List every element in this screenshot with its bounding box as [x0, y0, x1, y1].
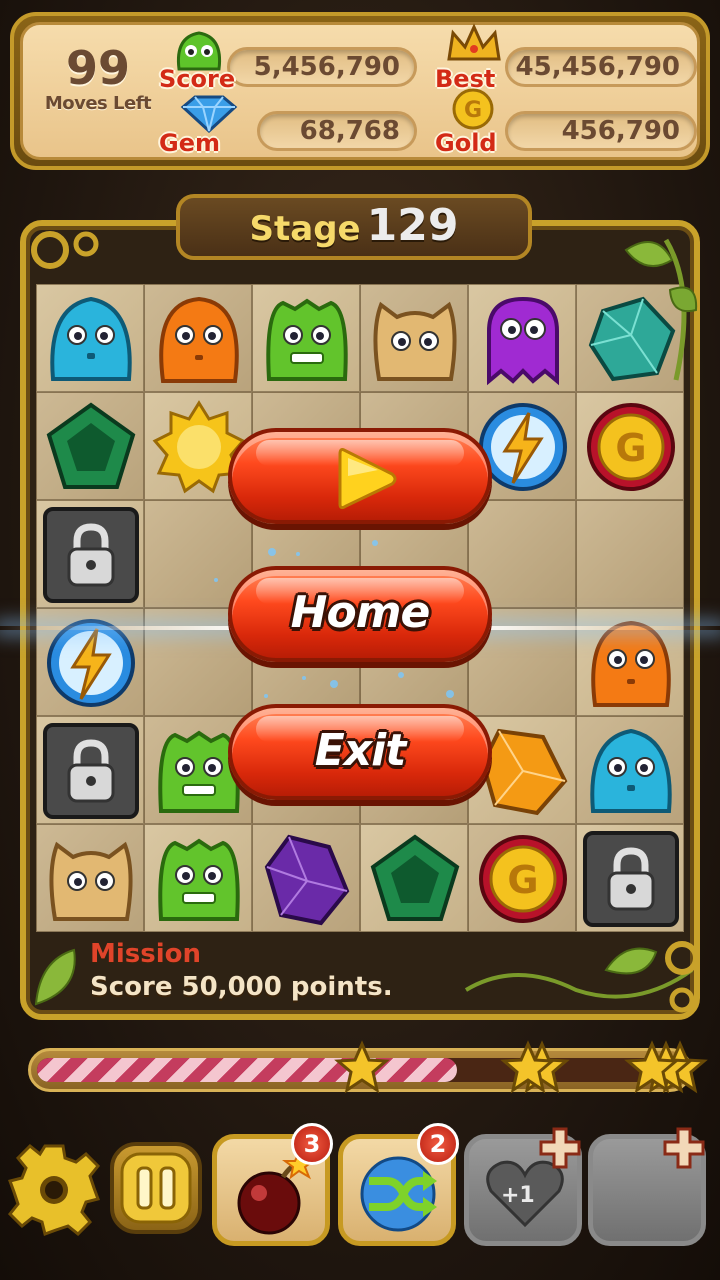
add-booster-plus-icon[interactable]: [537, 1125, 583, 1171]
board-cell[interactable]: [252, 824, 360, 932]
exit-button-label: Exit: [314, 725, 407, 776]
board-cell[interactable]: [360, 284, 468, 392]
pause-icon: [120, 1152, 192, 1224]
board-cell[interactable]: [36, 716, 144, 824]
best-stat: Best 45,456,790: [435, 23, 697, 93]
board-cell[interactable]: [576, 500, 684, 608]
board-cell[interactable]: G: [576, 392, 684, 500]
board-cell[interactable]: [576, 608, 684, 716]
leaf-icon: [34, 948, 76, 1006]
hud-panel: 99 Moves Left Score 5,456,790 Best 45,45…: [20, 22, 700, 160]
sparkle-particle: [446, 690, 454, 698]
sparkle-particle: [372, 540, 378, 546]
stage-number: 129: [366, 200, 459, 251]
exit-button[interactable]: Exit: [228, 704, 492, 800]
best-value: 45,456,790: [505, 47, 697, 87]
board-cell[interactable]: [36, 500, 144, 608]
score-value: 5,456,790: [227, 47, 417, 87]
svg-text:G: G: [615, 426, 646, 470]
gold-coin-icon: G: [479, 835, 567, 923]
bomb-booster-button[interactable]: 3: [212, 1123, 333, 1246]
sparkle-particle: [214, 578, 218, 582]
sparkle-particle: [268, 548, 276, 556]
bomb-count-badge: 3: [291, 1123, 333, 1165]
gold-value: 456,790: [505, 111, 697, 151]
sparkle-particle: [264, 694, 268, 698]
gold-label: Gold: [435, 129, 497, 157]
green-monster-icon: [176, 31, 222, 71]
gem-label: Gem: [159, 129, 220, 157]
progress-star-icon: [624, 1040, 708, 1094]
moves-left-label: Moves Left: [44, 93, 152, 114]
heart-plus-one-label: +1: [501, 1183, 535, 1208]
gold-stat: G Gold 456,790: [435, 88, 697, 157]
progress-star-icon: [334, 1040, 390, 1094]
purple-crystal-icon: [264, 834, 350, 926]
frame-ornament-icon: [31, 231, 99, 269]
home-button[interactable]: Home: [228, 566, 492, 662]
diamond-icon: [180, 95, 238, 133]
gold-coin-icon: G: [452, 88, 494, 130]
shuffle-count-badge: 2: [417, 1123, 459, 1165]
pause-button[interactable]: [110, 1142, 202, 1234]
lock-block-icon: [583, 831, 679, 927]
moves-counter: 99 Moves Left: [33, 43, 163, 114]
tan-cat-icon: [373, 301, 457, 381]
board-cell[interactable]: [576, 824, 684, 932]
heart-booster-button[interactable]: +1: [464, 1127, 582, 1246]
board-cell[interactable]: [144, 284, 252, 392]
moves-left-value: 99: [65, 41, 130, 95]
gold-coin-icon: G: [587, 403, 675, 491]
add-slot-plus-icon[interactable]: [661, 1125, 707, 1171]
svg-text:G: G: [464, 98, 482, 123]
purple-ghost-icon: [487, 296, 559, 386]
top-hud: 99 Moves Left Score 5,456,790 Best 45,45…: [10, 12, 710, 170]
tan-cat-icon: [49, 841, 133, 921]
sparkle-particle: [398, 672, 404, 678]
board-cell[interactable]: [36, 392, 144, 500]
board-cell[interactable]: [36, 824, 144, 932]
board-cell[interactable]: [576, 716, 684, 824]
board-cell[interactable]: [144, 824, 252, 932]
settings-gear-button[interactable]: [6, 1142, 102, 1238]
green-blob-icon: [266, 298, 348, 381]
shuffle-booster-button[interactable]: 2: [338, 1123, 459, 1246]
blue-blob-icon: [590, 728, 672, 813]
vine-corner-icon: [464, 941, 699, 1013]
home-button-label: Home: [290, 587, 431, 638]
resume-play-button[interactable]: [228, 428, 492, 524]
gem-stat: Gem 68,768: [159, 95, 417, 157]
orange-blob-icon: [159, 296, 239, 383]
play-icon: [338, 448, 397, 510]
progress-star-icon: [500, 1040, 570, 1094]
green-pentagon-icon: [370, 834, 460, 921]
sparkle-particle: [330, 680, 338, 688]
board-cell[interactable]: [36, 608, 144, 716]
board-cell[interactable]: [360, 824, 468, 932]
sparkle-particle: [302, 676, 306, 680]
board-cell[interactable]: [36, 284, 144, 392]
lock-block-icon: [43, 507, 139, 603]
stage-plate: Stage 129: [176, 194, 532, 260]
svg-text:G: G: [507, 858, 538, 902]
board-cell[interactable]: [468, 284, 576, 392]
vine-leaves-icon: [624, 238, 698, 381]
empty-booster-slot[interactable]: [588, 1127, 706, 1246]
board-cell[interactable]: [252, 284, 360, 392]
gem-value: 68,768: [257, 111, 417, 151]
crown-icon: [447, 23, 501, 61]
blue-blob-icon: [50, 296, 132, 381]
stage-label: Stage: [249, 209, 361, 249]
board-cell[interactable]: G: [468, 824, 576, 932]
lock-block-icon: [43, 723, 139, 819]
green-pentagon-icon: [46, 402, 136, 489]
sparkle-particle: [296, 552, 300, 556]
score-stat: Score 5,456,790: [159, 31, 417, 93]
green-blob-icon: [158, 838, 240, 921]
